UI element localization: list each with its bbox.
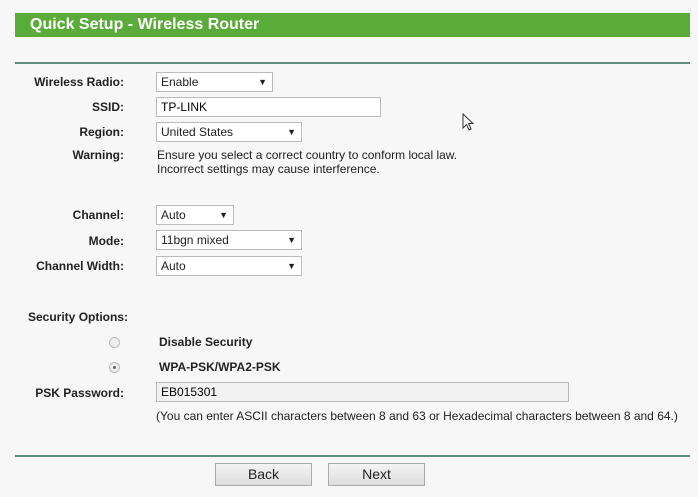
warning-line-1: Ensure you select a correct country to c… xyxy=(157,148,458,162)
chevron-down-icon: ▼ xyxy=(287,261,296,271)
region-label: Region: xyxy=(79,125,124,139)
chevron-down-icon: ▼ xyxy=(287,235,296,245)
disable-security-radio[interactable] xyxy=(109,337,120,348)
back-button[interactable]: Back xyxy=(215,463,312,486)
ssid-label: SSID: xyxy=(91,100,124,114)
chevron-down-icon: ▼ xyxy=(258,77,267,87)
wpa-psk-radio[interactable] xyxy=(109,362,120,373)
channel-value: Auto xyxy=(161,208,186,222)
channel-width-label: Channel Width: xyxy=(36,259,124,273)
divider xyxy=(15,62,690,64)
warning-label: Warning: xyxy=(72,148,124,162)
wireless-radio-value: Enable xyxy=(161,75,199,89)
mode-value: 11bgn mixed xyxy=(161,233,229,247)
channel-label: Channel: xyxy=(72,208,124,222)
psk-password-label: PSK Password: xyxy=(35,386,124,400)
channel-width-select[interactable]: Auto ▼ xyxy=(156,256,302,276)
chevron-down-icon: ▼ xyxy=(287,127,296,137)
psk-password-input[interactable] xyxy=(156,382,569,402)
channel-select[interactable]: Auto ▼ xyxy=(156,205,234,225)
wireless-radio-label: Wireless Radio: xyxy=(34,75,124,89)
mouse-cursor-icon xyxy=(462,113,475,131)
divider xyxy=(15,455,690,457)
next-button[interactable]: Next xyxy=(328,463,425,486)
wireless-radio-select[interactable]: Enable ▼ xyxy=(156,72,273,92)
ssid-input[interactable] xyxy=(156,97,381,117)
region-select[interactable]: United States ▼ xyxy=(156,122,302,142)
psk-hint: (You can enter ASCII characters between … xyxy=(156,409,678,423)
page-title: Quick Setup - Wireless Router xyxy=(15,13,690,37)
channel-width-value: Auto xyxy=(161,259,186,273)
security-options-label: Security Options: xyxy=(28,310,129,324)
wpa-psk-label: WPA-PSK/WPA2-PSK xyxy=(159,360,281,374)
mode-select[interactable]: 11bgn mixed ▼ xyxy=(156,230,302,250)
region-value: United States xyxy=(161,125,234,139)
chevron-down-icon: ▼ xyxy=(219,210,228,220)
mode-label: Mode: xyxy=(88,234,124,248)
warning-line-2: Incorrect settings may cause interferenc… xyxy=(157,162,380,176)
disable-security-label: Disable Security xyxy=(159,335,253,349)
